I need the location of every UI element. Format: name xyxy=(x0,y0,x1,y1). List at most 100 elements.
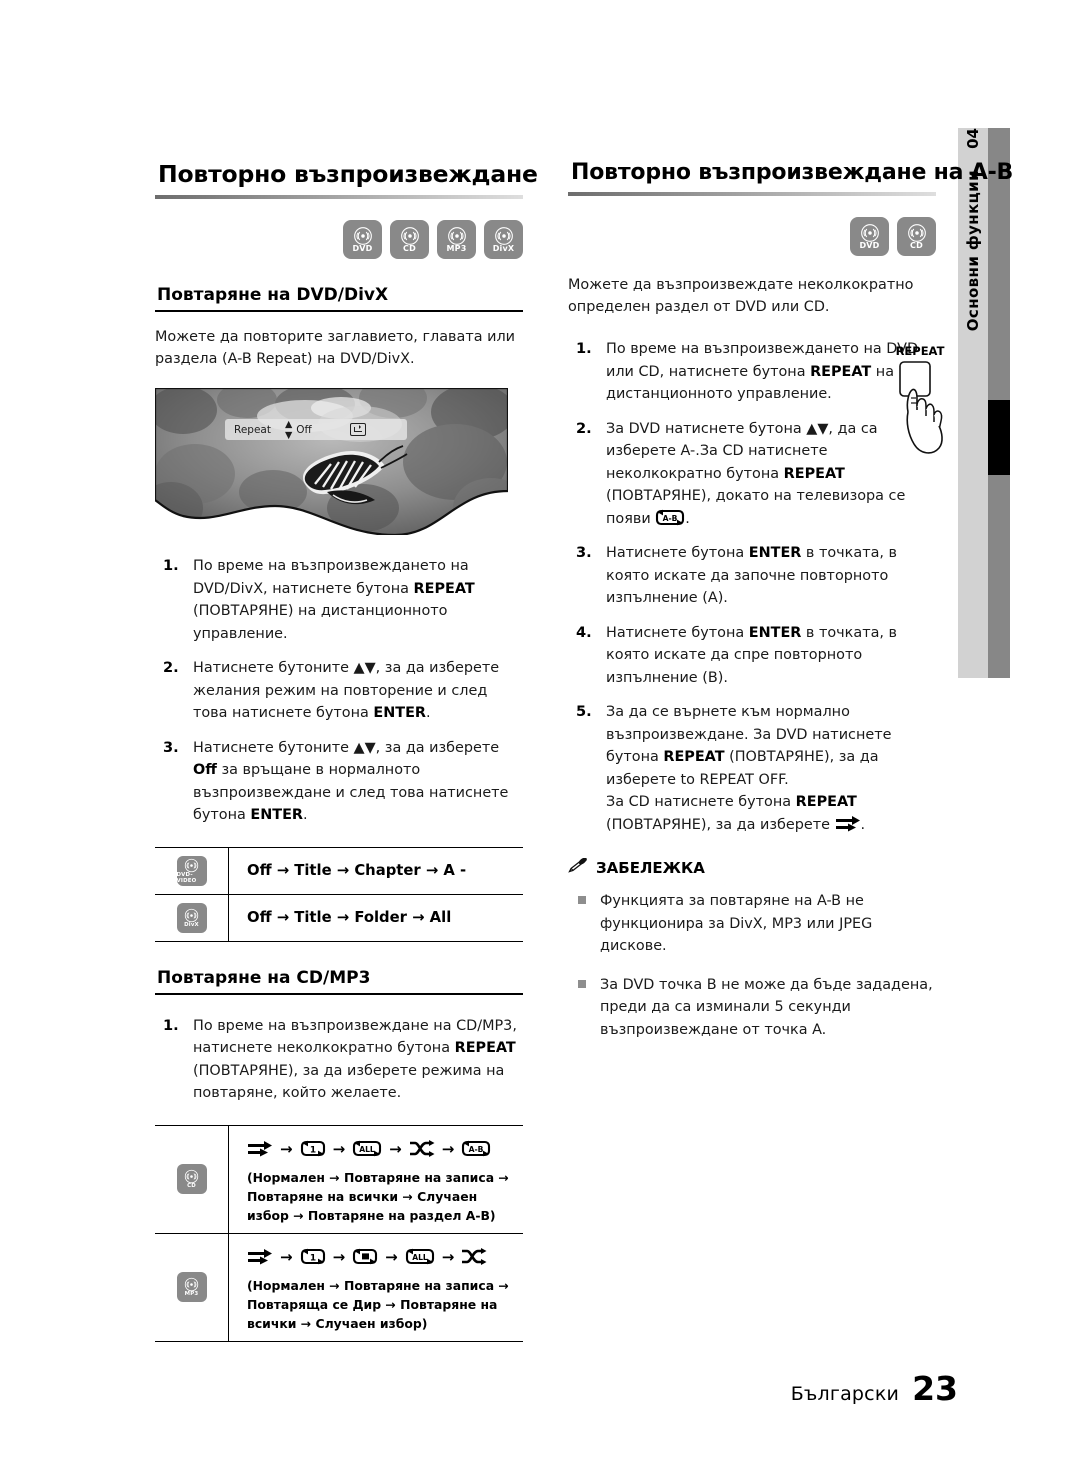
step-number: 1. xyxy=(163,557,179,574)
disc-badges-left: DVD CD MP3 DivX xyxy=(155,220,523,259)
table-cell-sequence: → 1 → ALL → → A-B (Нормален → Повтаряне … xyxy=(229,1126,523,1233)
left-column: Повторно възпроизвеждане DVD CD MP3 DivX… xyxy=(153,160,538,1342)
table-cell-disc-icon: DVD-VIDEO xyxy=(155,847,229,894)
mode-table-dvd-divx: DVD-VIDEO Off → Title → Chapter → A - Div… xyxy=(155,846,523,942)
right-column: Повторно възпроизвеждане на A-B DVD CD М… xyxy=(568,160,1014,1057)
step-emphasis: REPEAT xyxy=(413,580,475,597)
step-item: 2. За DVD натиснете бутона ▲▼, да са избе… xyxy=(576,419,906,527)
sequence-description: (Нормален → Повтаряне на записа → Повтар… xyxy=(247,1169,509,1223)
step-emphasis: REPEAT xyxy=(795,794,857,810)
disc-badge-cd: CD xyxy=(390,220,429,259)
footer-language: Български xyxy=(790,1383,900,1405)
arrow-icon: → xyxy=(332,1247,346,1266)
hand-pressing-button-icon xyxy=(899,361,943,454)
step-item: 3. Натиснете бутоните ▲▼, за да изберете … xyxy=(163,738,509,824)
repeat-ab-icon: A-B xyxy=(655,509,685,526)
table-cell-sequence: Off → Title → Folder → All xyxy=(247,908,452,926)
note-item: За DVD точка B не може да бъде зададена,… xyxy=(568,974,936,1042)
enter-key-icon xyxy=(350,423,366,436)
note-bullet-icon xyxy=(578,896,586,904)
title-rule-left xyxy=(155,195,523,199)
step-emphasis: REPEAT xyxy=(454,1040,516,1056)
step-number: 3. xyxy=(163,738,179,756)
step-emphasis: ENTER xyxy=(250,807,303,823)
subsection-title-cd-mp3: Повтаряне на CD/MP3 xyxy=(157,967,371,988)
disc-badge-mp3: MP3 xyxy=(437,220,476,259)
subsection-rule-2 xyxy=(155,992,523,995)
note-heading: ЗАБЕЛЕЖКА xyxy=(568,857,936,878)
repeat-one-icon: 1 xyxy=(300,1140,326,1157)
disc-badge-label: DivX xyxy=(492,244,515,253)
chapter-tab: 04 Основни функции xyxy=(958,128,988,678)
footer-page-number: 23 xyxy=(912,1369,958,1408)
disc-badge-label: DivX xyxy=(184,921,199,928)
note-list: Функцията за повтаряне на A-B не функцио… xyxy=(568,890,936,1041)
step-item: 1. По време на възпроизвеждане на CD/MP3,… xyxy=(163,1016,517,1102)
step-emphasis: REPEAT xyxy=(810,363,872,380)
disc-badge-label: DVD-VIDEO xyxy=(176,871,197,884)
page-footer: Български 23 xyxy=(791,1369,958,1408)
disc-badge-label: CD xyxy=(910,241,923,250)
disc-badge-label: CD xyxy=(403,244,416,253)
chapter-label: Основни функции xyxy=(964,170,982,332)
note-title: ЗАБЕЛЕЖКА xyxy=(596,859,705,877)
step-number: 1. xyxy=(163,1016,179,1034)
disc-badge-label: MP3 xyxy=(446,244,467,253)
step-number: 3. xyxy=(576,544,592,561)
step-number: 1. xyxy=(576,340,592,357)
disc-badge-dvd: DVD xyxy=(850,217,889,256)
arrow-icon: → xyxy=(441,1247,455,1266)
shuffle-icon xyxy=(461,1248,487,1265)
repeat-one-icon: 1 xyxy=(300,1248,326,1265)
step-emphasis: Off xyxy=(193,762,217,778)
step-number: 2. xyxy=(576,419,592,437)
steps-ab-repeat: 1. По време на възпроизвеждането на DVD и… xyxy=(568,338,936,836)
note-item: Функцията за повтаряне на A-B не функцио… xyxy=(568,890,936,958)
table-row: DivX Off → Title → Folder → All xyxy=(155,894,523,942)
title-rule-right xyxy=(568,192,936,196)
sequence-table-cd-mp3: CD → 1 → ALL → → A-B (Нормален → Повтаря… xyxy=(155,1124,523,1342)
normal-play-icon xyxy=(247,1248,273,1265)
shuffle-icon xyxy=(409,1140,435,1157)
svg-text:1: 1 xyxy=(309,1145,315,1155)
step-emphasis: ENTER xyxy=(373,705,426,721)
repeat-ab-icon: A-B xyxy=(461,1140,491,1157)
note-bullet-icon xyxy=(578,979,586,988)
table-cell-sequence: Off → Title → Chapter → A - xyxy=(247,861,467,879)
steps-cd-mp3: 1. По време на възпроизвеждане на CD/MP3,… xyxy=(155,1015,523,1105)
chapter-bar-active xyxy=(988,400,1010,475)
step-emphasis: ENTER xyxy=(748,545,802,561)
step-number: 5. xyxy=(576,703,592,720)
tv-screenshot: Repeat ▲ ▼ Off xyxy=(153,386,510,537)
step-number: 2. xyxy=(163,659,179,676)
icon-sequence: → 1 → → ALL → xyxy=(247,1246,523,1268)
step-item: 2. Натиснете бутоните ▲▼, за да изберете … xyxy=(163,659,500,721)
table-cell-disc-icon: CD xyxy=(155,1125,229,1233)
arrow-icon: → xyxy=(441,1139,455,1158)
normal-play-icon xyxy=(247,1140,273,1157)
repeat-dir-icon xyxy=(352,1248,378,1265)
repeat-all-icon: ALL xyxy=(352,1140,382,1157)
intro-text-dvd-divx: Можете да повторите заглавието, главата … xyxy=(155,329,515,367)
up-down-arrow-icon: ▲ ▼ xyxy=(284,418,292,441)
normal-play-icon xyxy=(835,815,861,832)
osd-label: Repeat xyxy=(234,423,271,436)
icon-sequence: → 1 → ALL → → A-B xyxy=(247,1138,523,1160)
page-title-right: Повторно възпроизвеждане на A-B xyxy=(571,160,1014,185)
step-item: 1. По време на възпроизвеждането на DVD и… xyxy=(576,340,919,402)
disc-badge-label: CD xyxy=(187,1183,196,1189)
svg-text:ALL: ALL xyxy=(359,1145,375,1154)
disc-badge-cd: CD xyxy=(176,1164,207,1194)
table-cell-disc-icon: DivX xyxy=(155,894,229,941)
disc-badge-divx: DivX xyxy=(484,220,523,259)
disc-badge-dvd: DVD xyxy=(343,220,382,259)
remote-button-label: REPEAT xyxy=(895,344,945,358)
arrow-icon: → xyxy=(280,1139,293,1158)
osd-repeat-bar: Repeat ▲ ▼ Off xyxy=(225,418,407,441)
disc-badge-cd: CD xyxy=(897,217,936,256)
disc-badge-divx: DivX xyxy=(176,902,207,933)
table-row: DVD-VIDEO Off → Title → Chapter → A - xyxy=(155,847,523,895)
disc-badge-label: DVD xyxy=(352,244,373,253)
disc-badges-right: DVD CD xyxy=(568,217,936,256)
sequence-description: (Нормален → Повтаряне на записа → Повтар… xyxy=(247,1277,509,1331)
